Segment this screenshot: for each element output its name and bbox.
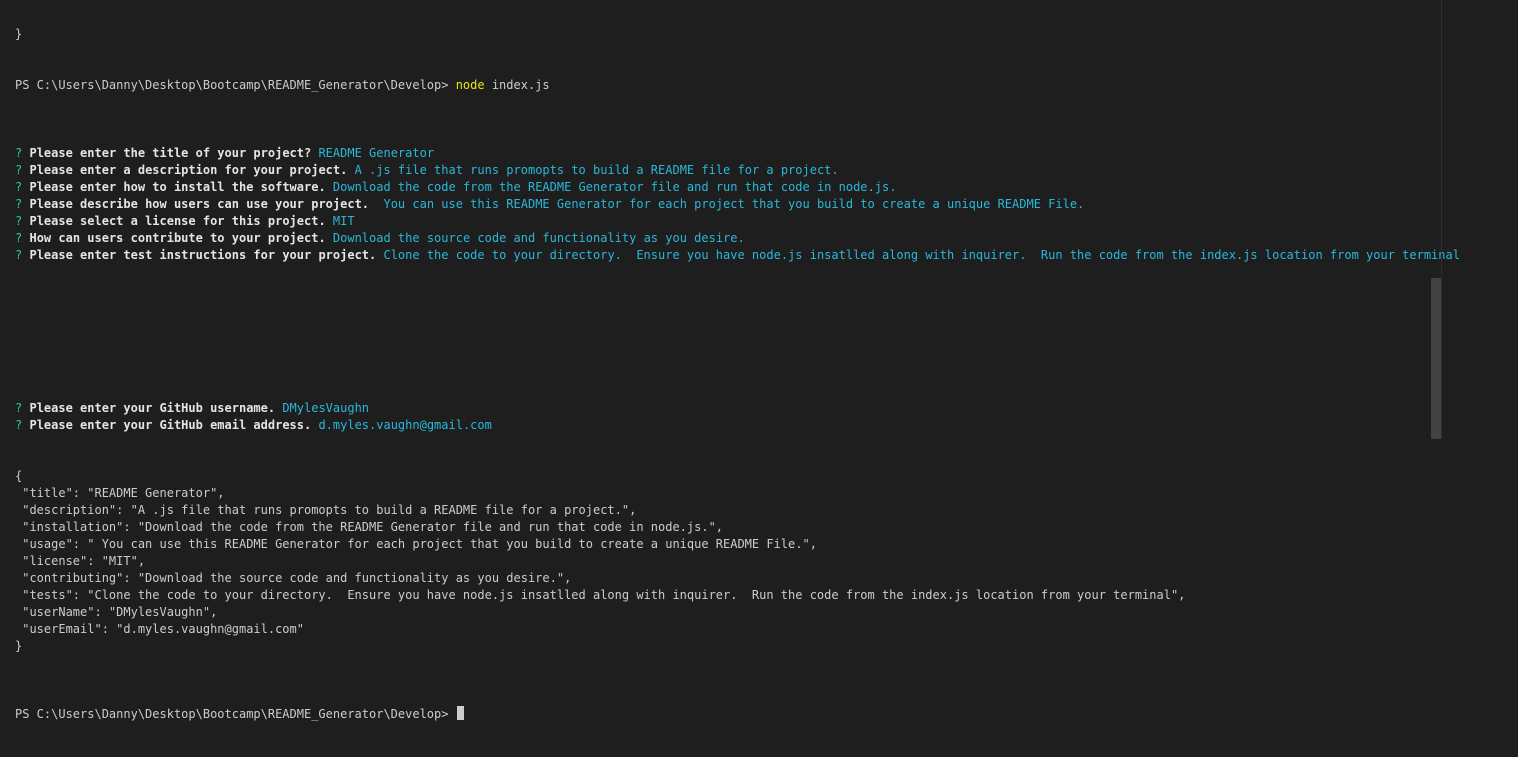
json-output-line: "description": "A .js file that runs pro… [15,503,637,517]
question-text: Please enter your GitHub email address. [29,418,312,432]
question-text: Please enter test instructions for your … [29,248,377,262]
prompt-answer-line: ? How can users contribute to your proje… [15,230,1460,247]
answer-text: MIT [325,214,355,228]
prompt-text: PS C:\Users\Danny\Desktop\Bootcamp\READM… [15,78,456,92]
question-mark-icon: ? [15,401,23,415]
json-output-line: "installation": "Download the code from … [15,520,724,534]
question-text: Please describe how users can use your p… [29,197,370,211]
prompt-answer-line: ? Please enter your GitHub email address… [15,417,1460,434]
json-output-line: "license": "MIT", [15,554,146,568]
command-args: index.js [484,78,550,92]
output-line: } [15,27,23,41]
prompt-answer-line: ? Please enter how to install the softwa… [15,179,1460,196]
answer-text: Download the code from the README Genera… [325,180,897,194]
question-text: How can users contribute to your project… [29,231,326,245]
prompt-answer-line: ? Please enter your GitHub username. DMy… [15,400,1460,417]
answer-text: d.myles.vaughn@gmail.com [311,418,492,432]
scrollbar-thumb[interactable] [1431,278,1441,439]
answer-text: You can use this README Generator for ea… [369,197,1085,211]
answer-text: README Generator [311,146,435,160]
question-mark-icon: ? [15,197,23,211]
question-text: Please select a license for this project… [29,214,326,228]
question-mark-icon: ? [15,248,23,262]
terminal-window[interactable]: } PS C:\Users\Danny\Desktop\Bootcamp\REA… [0,0,1518,721]
prompt-answer-line: ? Please enter a description for your pr… [15,162,1460,179]
json-output-line: "tests": "Clone the code to your directo… [15,588,1186,602]
answer-text: A .js file that runs promopts to build a… [347,163,839,177]
json-output-line: "userEmail": "d.myles.vaughn@gmail.com" [15,622,304,636]
command-name: node [455,78,485,92]
question-mark-icon: ? [15,214,23,228]
prompt-answer-line: ? Please describe how users can use your… [15,196,1460,213]
question-text: Please enter the title of your project? [29,146,312,160]
json-output-line: "usage": " You can use this README Gener… [15,537,817,551]
final-prompt-line[interactable]: PS C:\Users\Danny\Desktop\Bootcamp\READM… [15,706,1460,723]
json-output-line: "userName": "DMylesVaughn", [15,605,218,619]
question-text: Please enter a description for your proj… [29,163,348,177]
question-mark-icon: ? [15,231,23,245]
question-mark-icon: ? [15,180,23,194]
command-line: PS C:\Users\Danny\Desktop\Bootcamp\READM… [15,77,1460,94]
json-output-line: } [15,639,23,653]
prompt-answer-line: ? Please enter test instructions for you… [15,247,1460,264]
question-mark-icon: ? [15,418,23,432]
json-output-line: "title": "README Generator", [15,486,225,500]
question-mark-icon: ? [15,163,23,177]
answer-text: DMylesVaughn [275,401,370,415]
scrollbar-track [1441,0,1442,439]
prompt-answer-line: ? Please enter the title of your project… [15,145,1460,162]
answer-text: Download the source code and functionali… [325,231,745,245]
json-output-line: "contributing": "Download the source cod… [15,571,572,585]
prompt-text: PS C:\Users\Danny\Desktop\Bootcamp\READM… [15,707,456,721]
question-text: Please enter your GitHub username. [29,401,276,415]
cursor [456,706,464,720]
question-text: Please enter how to install the software… [29,180,326,194]
answer-text: Clone the code to your directory. Ensure… [376,248,1460,262]
json-output-line: { [15,469,23,483]
terminal-output: } PS C:\Users\Danny\Desktop\Bootcamp\REA… [15,0,1460,757]
question-mark-icon: ? [15,146,23,160]
prompt-answer-line: ? Please select a license for this proje… [15,213,1460,230]
